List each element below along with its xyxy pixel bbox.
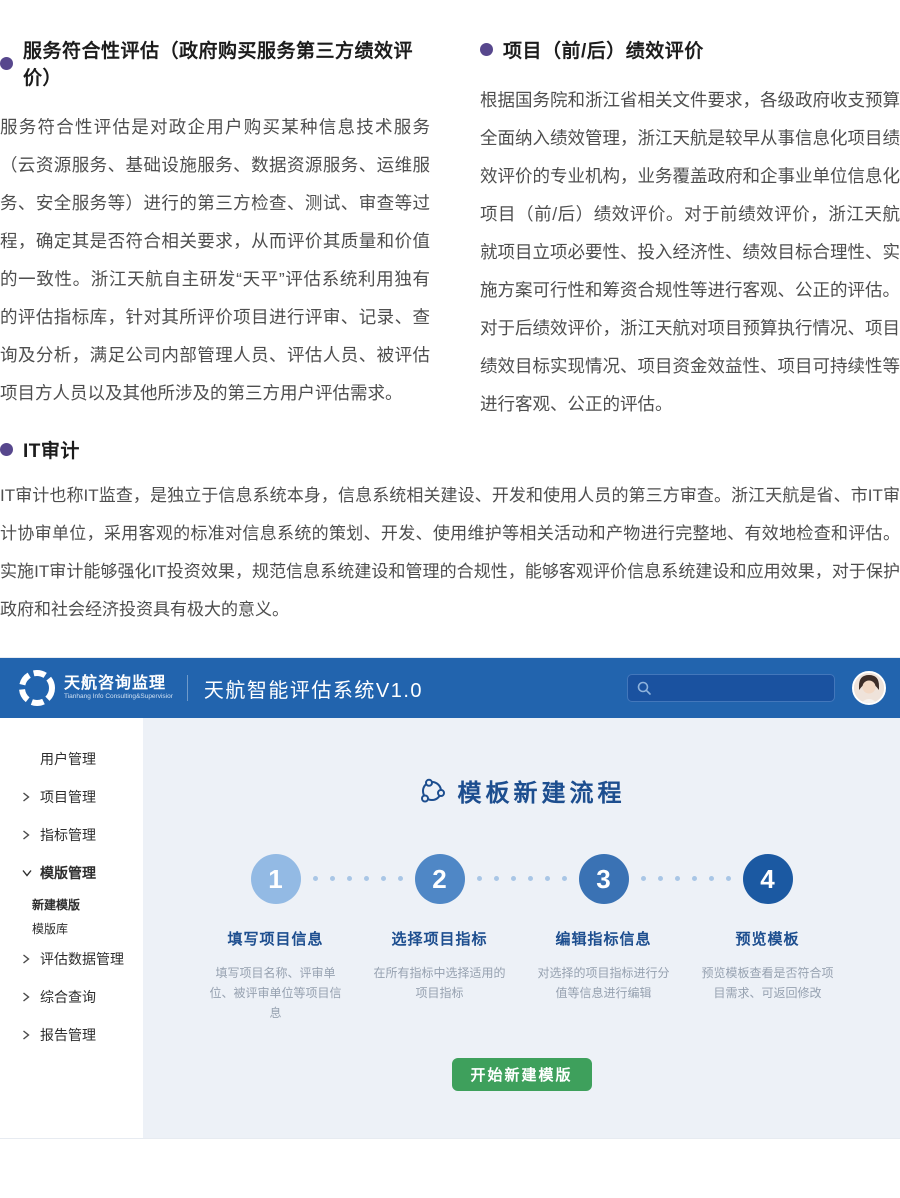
sidebar-subitem-template-library[interactable]: 模版库 [22, 916, 143, 940]
step-4: 4 预览模板 预览模板查看是否符合项目需求、可返回修改 [686, 854, 850, 1023]
app-screenshot: 天航咨询监理 Tianhang Info Consulting&Supervis… [0, 658, 900, 1138]
step-number-badge: 4 [743, 854, 793, 904]
stepper: 1 填写项目信息 填写项目名称、评审单位、被评审单位等项目信息 2 选择项目指标… [143, 854, 900, 1023]
sidebar-item-label: 模版库 [32, 920, 68, 937]
main-panel: 模板新建流程 1 填写项目信息 填写项目名称、评审单位、被评审单位等项目信息 2… [143, 718, 900, 1138]
section-title: 服务符合性评估（政府购买服务第三方绩效评价） [23, 36, 430, 90]
logo: 天航咨询监理 Tianhang Info Consulting&Supervis… [18, 669, 173, 707]
bullet-icon [0, 443, 13, 456]
section-body: 根据国务院和浙江省相关文件要求，各级政府收支预算全面纳入绩效管理，浙江天航是较早… [480, 81, 900, 423]
logo-subtitle: Tianhang Info Consulting&Supervisior [64, 693, 173, 701]
logo-icon [18, 669, 56, 707]
header-divider [187, 675, 188, 701]
sidebar-item-projects[interactable]: 项目管理 [22, 778, 143, 816]
page: 服务符合性评估（政府购买服务第三方绩效评价） 服务符合性评估是对政企用户购买某种… [0, 0, 900, 1198]
chevron-right-icon [22, 992, 32, 1002]
chevron-right-icon [22, 830, 32, 840]
bullet-icon [480, 43, 493, 56]
section-body: IT审计也称IT监查，是独立于信息系统本身，信息系统相关建设、开发和使用人员的第… [0, 477, 900, 629]
avatar-face [854, 673, 884, 703]
section-body: 服务符合性评估是对政企用户购买某种信息技术服务（云资源服务、基础设施服务、数据资… [0, 108, 430, 412]
bullet-icon [0, 57, 13, 70]
sidebar-item-label: 评估数据管理 [40, 949, 124, 969]
step-number-badge: 3 [579, 854, 629, 904]
logo-text: 天航咨询监理 Tianhang Info Consulting&Supervis… [64, 675, 173, 701]
step-description: 填写项目名称、评审单位、被评审单位等项目信息 [210, 963, 342, 1023]
logo-title: 天航咨询监理 [64, 675, 173, 693]
step-description: 预览模板查看是否符合项目需求、可返回修改 [702, 963, 834, 1003]
sidebar-item-evaluation-data[interactable]: 评估数据管理 [22, 940, 143, 978]
system-title: 天航智能评估系统V1.0 [204, 674, 423, 703]
sidebar: 用户管理 项目管理 指标管理 模版管理 新建模版 模版 [0, 718, 143, 1138]
sidebar-item-reports[interactable]: 报告管理 [22, 1016, 143, 1054]
sidebar-item-label: 模版管理 [40, 863, 96, 883]
chevron-right-icon [22, 1030, 32, 1040]
step-description: 在所有指标中选择适用的项目指标 [374, 963, 506, 1003]
section-service-compliance: 服务符合性评估（政府购买服务第三方绩效评价） 服务符合性评估是对政企用户购买某种… [0, 36, 430, 412]
sidebar-item-label: 用户管理 [40, 749, 96, 769]
sidebar-item-label: 综合查询 [40, 987, 96, 1007]
step-number-badge: 2 [415, 854, 465, 904]
chevron-down-icon [22, 869, 32, 877]
step-label: 选择项目指标 [391, 928, 487, 949]
sidebar-item-templates[interactable]: 模版管理 [22, 854, 143, 892]
sidebar-item-label: 新建模版 [32, 896, 80, 913]
chevron-right-icon [22, 792, 32, 802]
page-title-text: 模板新建流程 [458, 773, 626, 808]
section-project-evaluation: 项目（前/后）绩效评价 根据国务院和浙江省相关文件要求，各级政府收支预算全面纳入… [480, 36, 900, 423]
start-create-template-button[interactable]: 开始新建模版 [452, 1058, 592, 1091]
search-icon [636, 680, 652, 696]
step-label: 编辑指标信息 [555, 928, 651, 949]
sidebar-item-indicators[interactable]: 指标管理 [22, 816, 143, 854]
flow-icon [418, 777, 446, 805]
sidebar-item-users[interactable]: 用户管理 [22, 740, 143, 778]
search-input[interactable] [627, 674, 835, 702]
step-1: 1 填写项目信息 填写项目名称、评审单位、被评审单位等项目信息 [194, 854, 358, 1023]
step-description: 对选择的项目指标进行分值等信息进行编辑 [538, 963, 670, 1003]
app-header: 天航咨询监理 Tianhang Info Consulting&Supervis… [0, 658, 900, 718]
step-3: 3 编辑指标信息 对选择的项目指标进行分值等信息进行编辑 [522, 854, 686, 1023]
section-it-audit: IT审计 IT审计也称IT监查，是独立于信息系统本身，信息系统相关建设、开发和使… [0, 436, 900, 629]
step-2: 2 选择项目指标 在所有指标中选择适用的项目指标 [358, 854, 522, 1023]
avatar[interactable] [852, 671, 886, 705]
sidebar-item-comprehensive-query[interactable]: 综合查询 [22, 978, 143, 1016]
step-number-badge: 1 [251, 854, 301, 904]
sidebar-item-label: 项目管理 [40, 787, 96, 807]
chevron-right-icon [22, 954, 32, 964]
sidebar-item-label: 报告管理 [40, 1025, 96, 1045]
section-title: 项目（前/后）绩效评价 [503, 36, 704, 63]
section-title: IT审计 [23, 436, 80, 463]
sidebar-subitem-new-template[interactable]: 新建模版 [22, 892, 143, 916]
step-label: 预览模板 [735, 928, 799, 949]
page-title: 模板新建流程 [143, 718, 900, 808]
sidebar-item-label: 指标管理 [40, 825, 96, 845]
step-label: 填写项目信息 [227, 928, 323, 949]
